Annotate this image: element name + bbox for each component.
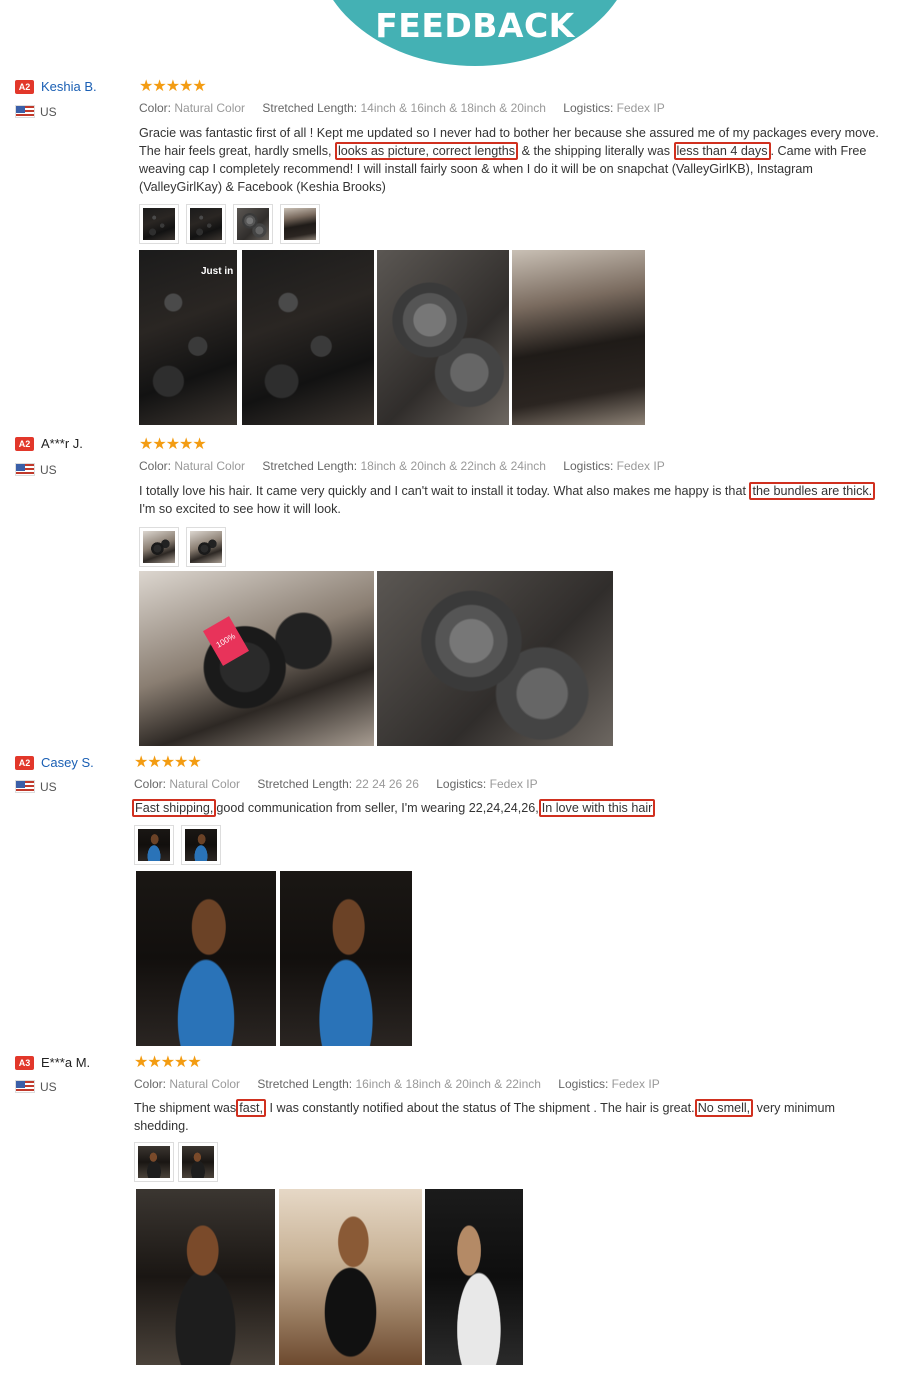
star-rating: ★★★★★: [134, 754, 202, 771]
logistics-label: Logistics:: [563, 101, 614, 115]
photo-thumbnail[interactable]: [178, 1142, 218, 1182]
color-label: Color:: [139, 459, 172, 473]
level-badge: A3: [15, 1056, 34, 1070]
review-photo[interactable]: [280, 871, 412, 1046]
order-details: Color: Natural Color Stretched Length: 1…: [139, 101, 665, 115]
photo-thumbnail[interactable]: [134, 825, 174, 865]
us-flag-icon: [15, 105, 35, 118]
highlight-box: looks as picture, correct lengths: [335, 142, 519, 160]
photo-thumbnail[interactable]: [186, 527, 226, 567]
color-label: Color:: [139, 101, 172, 115]
reviewer-country: US: [40, 1080, 57, 1094]
review-photo[interactable]: [242, 250, 374, 425]
order-details: Color: Natural Color Stretched Length: 2…: [134, 777, 538, 791]
price-tag: 100%: [203, 616, 249, 666]
length-value: 14inch & 16inch & 18inch & 20inch: [360, 101, 546, 115]
highlight-box: Fast shipping,: [132, 799, 217, 817]
review-text-part: The shipment was: [134, 1101, 237, 1115]
logistics-value: Fedex IP: [489, 777, 538, 791]
review-text: Gracie was fantastic first of all ! Kept…: [139, 124, 889, 196]
highlight-box: less than 4 days: [673, 142, 771, 160]
reviewer-country: US: [40, 780, 57, 794]
review-text-part: & the shipping literally was: [521, 144, 670, 158]
banner-title: FEEDBACK: [375, 6, 575, 45]
order-details: Color: Natural Color Stretched Length: 1…: [134, 1077, 660, 1091]
review-text-part: good communication from seller, I'm wear…: [216, 801, 539, 815]
length-value: 22 24 26 26: [355, 777, 419, 791]
level-badge: A2: [15, 437, 34, 451]
logistics-label: Logistics:: [558, 1077, 609, 1091]
photo-thumbnail[interactable]: [134, 1142, 174, 1182]
order-details: Color: Natural Color Stretched Length: 1…: [139, 459, 665, 473]
level-badge: A2: [15, 80, 34, 94]
color-label: Color:: [134, 777, 167, 791]
length-label: Stretched Length:: [262, 101, 358, 115]
color-value: Natural Color: [174, 101, 246, 115]
review-photo[interactable]: [425, 1189, 523, 1365]
length-label: Stretched Length:: [257, 1077, 353, 1091]
review-photo[interactable]: [377, 571, 613, 746]
review-text-part: I totally love his hair. It came very qu…: [139, 484, 746, 498]
color-value: Natural Color: [169, 777, 241, 791]
review-photo[interactable]: Just in: [139, 250, 237, 425]
photo-thumbnail[interactable]: [181, 825, 221, 865]
length-value: 18inch & 20inch & 22inch & 24inch: [360, 459, 546, 473]
photo-thumbnail[interactable]: [233, 204, 273, 244]
length-label: Stretched Length:: [257, 777, 353, 791]
reviewer-name[interactable]: E***a M.: [41, 1055, 90, 1070]
review-photo[interactable]: [279, 1189, 422, 1365]
review-photo[interactable]: [512, 250, 645, 425]
us-flag-icon: [15, 780, 35, 793]
photo-sticker: Just in: [201, 266, 234, 277]
reviewer-country: US: [40, 463, 57, 477]
photo-thumbnail[interactable]: [139, 527, 179, 567]
highlight-box: In love with this hair: [538, 799, 656, 817]
color-value: Natural Color: [169, 1077, 241, 1091]
us-flag-icon: [15, 463, 35, 476]
logistics-value: Fedex IP: [616, 459, 665, 473]
review-text: I totally love his hair. It came very qu…: [139, 482, 891, 518]
highlight-box: No smell,: [694, 1099, 754, 1117]
reviewer-country: US: [40, 105, 57, 119]
reviewer-name[interactable]: Casey S.: [41, 755, 94, 770]
review-text: Fast shipping, good communication from se…: [132, 799, 832, 817]
logistics-value: Fedex IP: [616, 101, 665, 115]
logistics-value: Fedex IP: [611, 1077, 660, 1091]
photo-thumbnail[interactable]: [186, 204, 226, 244]
star-rating: ★★★★★: [139, 78, 207, 95]
review-text-part: I was constantly notified about the stat…: [269, 1101, 695, 1115]
color-label: Color:: [134, 1077, 167, 1091]
star-rating: ★★★★★: [134, 1054, 202, 1071]
photo-thumbnail[interactable]: [139, 204, 179, 244]
review-text: The shipment was fast, I was constantly n…: [134, 1099, 869, 1135]
color-value: Natural Color: [174, 459, 246, 473]
review-photo[interactable]: 100%: [139, 571, 374, 746]
us-flag-icon: [15, 1080, 35, 1093]
highlight-box: fast,: [236, 1099, 267, 1117]
logistics-label: Logistics:: [563, 459, 614, 473]
review-photo[interactable]: [377, 250, 509, 425]
review-text-part: I'm so excited to see how it will look.: [139, 502, 341, 516]
photo-thumbnail[interactable]: [280, 204, 320, 244]
length-value: 16inch & 18inch & 20inch & 22inch: [355, 1077, 541, 1091]
reviewer-name[interactable]: A***r J.: [41, 436, 83, 451]
logistics-label: Logistics:: [436, 777, 487, 791]
review-photo[interactable]: [136, 1189, 275, 1365]
review-photo[interactable]: [136, 871, 276, 1046]
star-rating: ★★★★★: [139, 436, 207, 453]
length-label: Stretched Length:: [262, 459, 358, 473]
highlight-box: the bundles are thick.: [749, 482, 876, 500]
level-badge: A2: [15, 756, 34, 770]
reviewer-name[interactable]: Keshia B.: [41, 79, 97, 94]
